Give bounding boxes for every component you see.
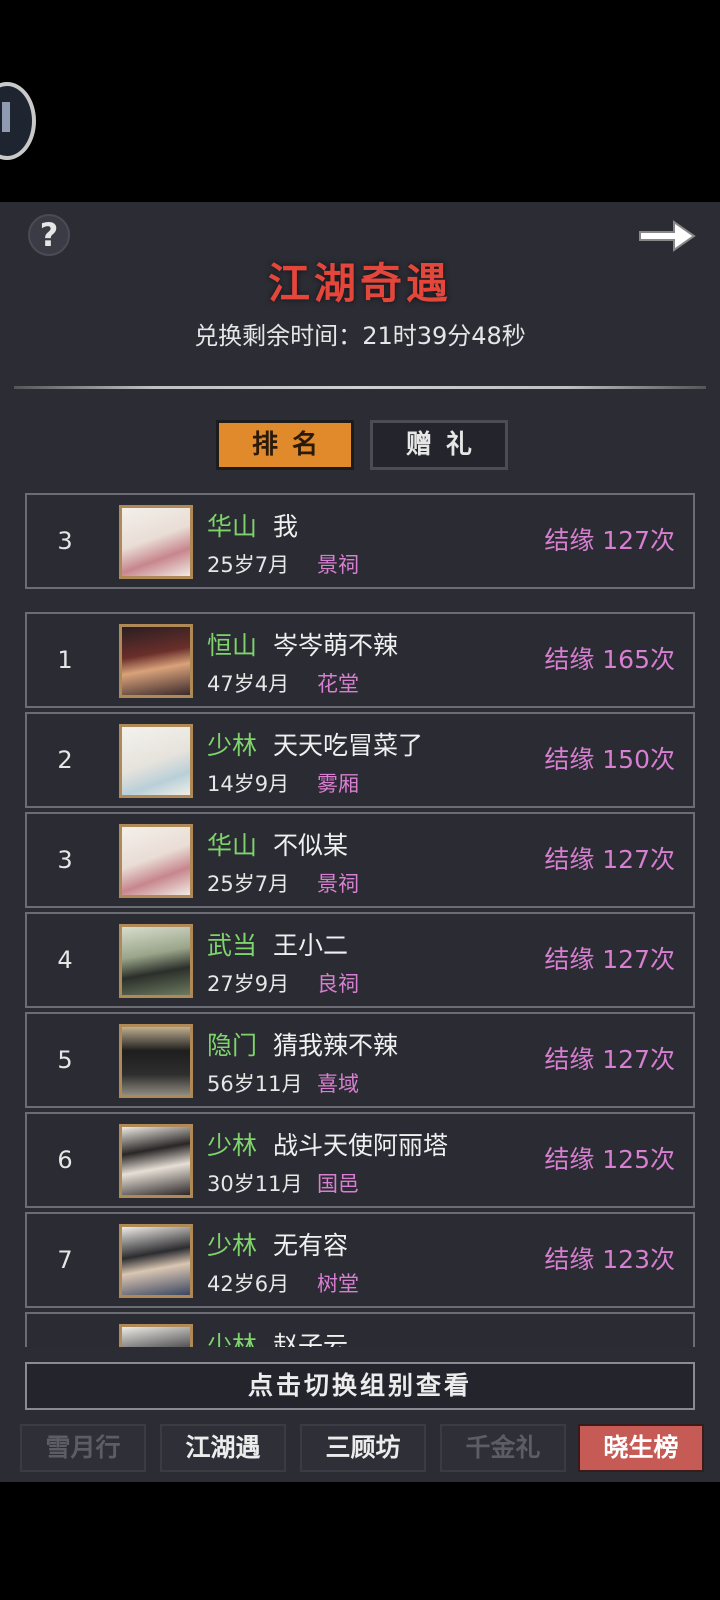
timer-label: 兑换剩余时间： <box>194 322 363 350</box>
exchange-timer: 兑换剩余时间：21时39分48秒 <box>0 316 720 351</box>
rank-number: 1 <box>57 646 73 674</box>
rank-number: 3 <box>57 527 73 555</box>
player-name: 无有容 <box>273 1231 349 1260</box>
ranking-row[interactable]: 7 少林 无有容 42岁6月 树堂 结缘 123次 <box>25 1212 695 1308</box>
character-portrait <box>119 1324 193 1347</box>
character-age: 30岁11月 <box>207 1172 303 1196</box>
character-portrait <box>119 724 193 798</box>
residence: 国邑 <box>317 1172 359 1196</box>
rank-number: 3 <box>57 846 73 874</box>
sect-name: 少林 <box>207 1231 258 1260</box>
character-age: 42岁6月 <box>207 1272 290 1296</box>
character-age: 25岁7月 <box>207 553 290 577</box>
timer-value: 21时39分48秒 <box>362 322 526 350</box>
player-name: 赵子云 <box>273 1331 349 1347</box>
bottom-tab-sangufang[interactable]: 三顾坊 <box>300 1424 426 1472</box>
ranking-list[interactable]: 1 恒山 岑岑萌不辣 47岁4月 花堂 结缘 165次 2 少林 天天吃冒菜了 … <box>25 612 695 1347</box>
character-portrait <box>119 924 193 998</box>
rank-number: 5 <box>57 1046 73 1074</box>
sect-name: 华山 <box>207 512 258 541</box>
page-title: 江湖奇遇 <box>267 259 452 308</box>
switch-group-button[interactable]: 点击切换组别查看 <box>25 1362 695 1410</box>
player-name: 猜我辣不辣 <box>273 1031 399 1060</box>
rank-number: 6 <box>57 1146 73 1174</box>
character-age: 56岁11月 <box>207 1072 303 1096</box>
residence: 雾厢 <box>317 772 359 796</box>
ranking-row[interactable]: 6 少林 战斗天使阿丽塔 30岁11月 国邑 结缘 125次 <box>25 1112 695 1208</box>
player-name: 天天吃冒菜了 <box>273 731 424 760</box>
ranking-row[interactable]: 5 隐门 猜我辣不辣 56岁11月 喜域 结缘 127次 <box>25 1012 695 1108</box>
character-age: 27岁9月 <box>207 972 290 996</box>
character-portrait <box>119 624 193 698</box>
residence: 景祠 <box>317 872 359 896</box>
ranking-row[interactable]: 少林 赵子云 <box>25 1312 695 1347</box>
sect-name: 隐门 <box>207 1031 258 1060</box>
player-name: 王小二 <box>273 931 349 960</box>
my-ranking-row[interactable]: 3 华山 我 25岁7月 景祠 结缘 127次 <box>25 493 695 589</box>
bond-count: 结缘 127次 <box>544 526 675 555</box>
character-age: 47岁4月 <box>207 672 290 696</box>
rank-number: 2 <box>57 746 73 774</box>
sect-name: 武当 <box>207 931 258 960</box>
sect-name: 少林 <box>207 1131 258 1160</box>
player-avatar-icon[interactable] <box>0 82 36 160</box>
bond-count: 结缘 127次 <box>544 845 675 874</box>
bond-count: 结缘 150次 <box>544 745 675 774</box>
residence: 树堂 <box>317 1272 359 1296</box>
residence: 花堂 <box>317 672 359 696</box>
ranking-row[interactable]: 1 恒山 岑岑萌不辣 47岁4月 花堂 结缘 165次 <box>25 612 695 708</box>
bond-count: 结缘 165次 <box>544 645 675 674</box>
ranking-row[interactable]: 3 华山 不似某 25岁7月 景祠 结缘 127次 <box>25 812 695 908</box>
bottom-tab-xiaoshengbang[interactable]: 晓生榜 <box>578 1424 704 1472</box>
rank-number: 7 <box>57 1246 73 1274</box>
ranking-row[interactable]: 2 少林 天天吃冒菜了 14岁9月 雾厢 结缘 150次 <box>25 712 695 808</box>
player-name: 战斗天使阿丽塔 <box>273 1131 449 1160</box>
tab-ranking[interactable]: 排名 <box>216 420 354 470</box>
sect-name: 少林 <box>207 731 258 760</box>
bond-count: 结缘 125次 <box>544 1145 675 1174</box>
residence: 良祠 <box>317 972 359 996</box>
player-name: 不似某 <box>273 831 349 860</box>
character-portrait <box>119 1224 193 1298</box>
character-age: 25岁7月 <box>207 872 290 896</box>
bond-count: 结缘 123次 <box>544 1245 675 1274</box>
player-name: 岑岑萌不辣 <box>273 631 399 660</box>
sect-name: 少林 <box>207 1331 258 1347</box>
character-portrait <box>119 824 193 898</box>
sect-name: 华山 <box>207 831 258 860</box>
residence: 景祠 <box>317 553 359 577</box>
ranking-row[interactable]: 4 武当 王小二 27岁9月 良祠 结缘 127次 <box>25 912 695 1008</box>
divider <box>14 386 706 389</box>
rank-number: 4 <box>57 946 73 974</box>
bottom-tab-xueyuexing[interactable]: 雪月行 <box>20 1424 146 1472</box>
character-portrait <box>119 1124 193 1198</box>
tab-gift[interactable]: 赠礼 <box>370 420 508 470</box>
bottom-tab-jianghuyu[interactable]: 江湖遇 <box>160 1424 286 1472</box>
sect-name: 恒山 <box>207 631 258 660</box>
bond-count: 结缘 127次 <box>544 1045 675 1074</box>
residence: 喜域 <box>317 1072 359 1096</box>
player-name: 我 <box>273 512 299 541</box>
bottom-tab-qianjinli[interactable]: 千金礼 <box>440 1424 566 1472</box>
character-age: 14岁9月 <box>207 772 290 796</box>
character-portrait <box>119 1024 193 1098</box>
character-portrait <box>119 505 193 579</box>
bond-count: 结缘 127次 <box>544 945 675 974</box>
